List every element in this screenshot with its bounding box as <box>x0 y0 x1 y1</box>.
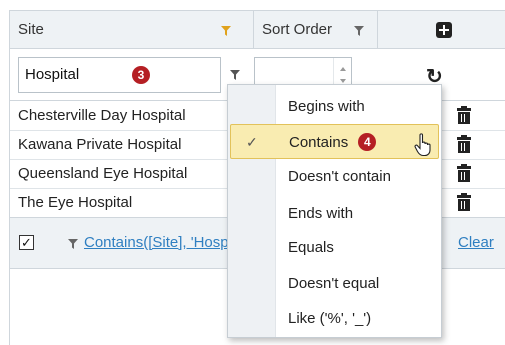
trash-icon[interactable] <box>457 106 471 124</box>
hand-cursor-icon <box>414 133 431 157</box>
step-badge: 4 <box>358 133 377 151</box>
menu-item-doesnt-equal[interactable]: Doesn't equal <box>228 266 441 301</box>
menu-item-label: Doesn't equal <box>288 275 380 292</box>
site-cell: Chesterville Day Hospital <box>18 107 186 124</box>
site-cell: Kawana Private Hospital <box>18 136 182 153</box>
trash-icon[interactable] <box>457 164 471 182</box>
site-filter-input[interactable]: Hospital <box>18 57 221 93</box>
site-filter-value: Hospital <box>25 66 80 83</box>
column-header-site[interactable]: Site <box>10 11 254 49</box>
site-cell: Queensland Eye Hospital <box>18 165 188 182</box>
grid-header: Site Sort Order <box>10 10 505 49</box>
menu-item-label: Ends with <box>288 205 354 222</box>
menu-item-begins-with[interactable]: Begins with <box>228 89 441 124</box>
column-header-sort-order[interactable]: Sort Order <box>254 11 378 49</box>
menu-item-equals[interactable]: Equals <box>228 230 441 265</box>
menu-item-contains[interactable]: ✓ Contains 4 <box>230 124 439 159</box>
trash-icon[interactable] <box>457 135 471 153</box>
filter-funnel-icon <box>68 239 78 249</box>
column-header-site-label: Site <box>18 21 44 38</box>
menu-item-like[interactable]: Like ('%', '_') <box>228 301 441 336</box>
menu-item-ends-with[interactable]: Ends with <box>228 196 441 231</box>
filter-funnel-icon[interactable] <box>354 26 364 36</box>
checkmark-icon: ✓ <box>246 134 258 150</box>
menu-item-label: Doesn't contain <box>288 168 391 185</box>
menu-item-label: Begins with <box>288 98 365 115</box>
filter-funnel-icon[interactable] <box>221 26 231 36</box>
site-cell: The Eye Hospital <box>18 194 133 211</box>
filter-enabled-checkbox[interactable]: ✓ <box>19 235 34 250</box>
menu-item-label: Like ('%', '_') <box>288 310 372 327</box>
spinner-up-icon[interactable] <box>340 67 346 71</box>
menu-item-label: Contains <box>289 134 349 151</box>
column-header-sort-order-label: Sort Order <box>262 21 333 38</box>
filter-funnel-icon[interactable] <box>230 70 240 80</box>
menu-item-label: Equals <box>288 239 334 256</box>
step-badge: 3 <box>132 66 150 84</box>
menu-item-doesnt-contain[interactable]: Doesn't contain <box>228 159 441 194</box>
add-icon[interactable] <box>436 22 452 38</box>
spinner-down-icon[interactable] <box>340 79 346 83</box>
clear-filter-link[interactable]: Clear <box>458 218 494 268</box>
trash-icon[interactable] <box>457 193 471 211</box>
filter-operator-menu: Begins with ✓ Contains 4 Doesn't contain… <box>227 84 442 338</box>
column-header-actions <box>378 11 505 49</box>
